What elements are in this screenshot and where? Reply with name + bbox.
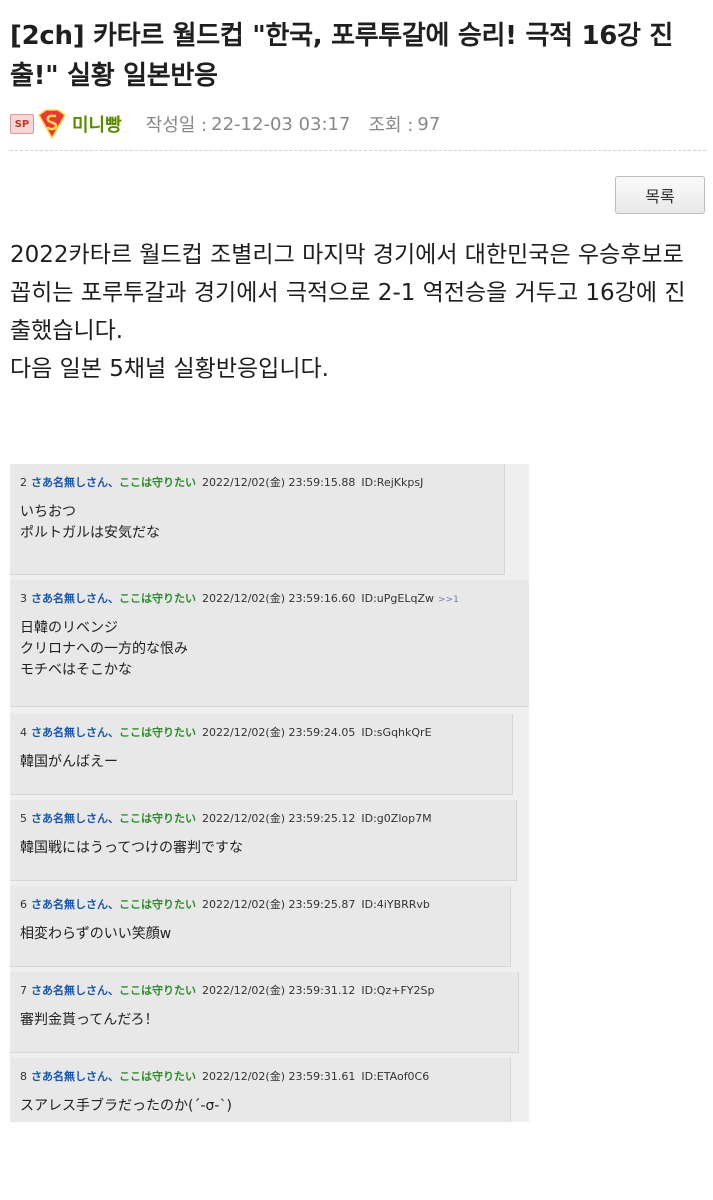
post-number: 6 — [20, 898, 27, 911]
post-header: 3 さあ名無しさん、ここは守りたい 2022/12/02(金) 23:59:16.6… — [20, 590, 459, 606]
superhero-emblem-icon — [38, 109, 66, 139]
poster-id: ID:RejKkpsJ — [361, 476, 424, 489]
thread-post: 6 さあ名無しさん、ここは守りたい 2022/12/02(金) 23:59:25.8… — [10, 886, 511, 967]
thread-screenshot: 2 さあ名無しさん、ここは守りたい 2022/12/02(金) 23:59:15.8… — [10, 464, 529, 1122]
author-name[interactable]: 미니빵 — [72, 111, 122, 137]
post-line: 審判金貰ってんだろ！ — [20, 1012, 159, 1028]
post-number: 2 — [20, 476, 27, 489]
post-header: 2 さあ名無しさん、ここは守りたい 2022/12/02(金) 23:59:15.8… — [20, 474, 423, 490]
post-timestamp: 2022/12/02(金) 23:59:25.12 — [202, 812, 356, 825]
post-header: 8 さあ名無しさん、ここは守りたい 2022/12/02(金) 23:59:31.6… — [20, 1068, 429, 1084]
post-line: ポルトガルは安気だな — [20, 525, 160, 541]
post-number: 8 — [20, 1070, 27, 1083]
poster-id: ID:sGqhkQrE — [361, 726, 432, 739]
post-body: 相変わらずのいい笑顔w — [20, 924, 171, 945]
post-number: 7 — [20, 984, 27, 997]
post-header: 4 さあ名無しさん、ここは守りたい 2022/12/02(金) 23:59:24.0… — [20, 724, 432, 740]
poster-id: ID:4iYBRRvb — [361, 898, 430, 911]
body-paragraph: 다음 일본 5채널 실황반응입니다. — [10, 356, 329, 382]
post-body: 審判金貰ってんだろ！ — [20, 1010, 158, 1031]
article-meta: SP 미니빵 작성일 : 22-12-03 03:17 조회 : 97 — [10, 108, 458, 140]
post-line: スアレス手ブラだったのか(´-σ-`) — [20, 1098, 232, 1114]
post-number: 5 — [20, 812, 27, 825]
thread-post: 8 さあ名無しさん、ここは守りたい 2022/12/02(金) 23:59:31.6… — [10, 1058, 511, 1122]
post-line: いちおつ — [20, 504, 76, 520]
poster-name: さあ名無しさん、ここは守りたい — [31, 898, 196, 911]
poster-name: さあ名無しさん、ここは守りたい — [31, 984, 196, 997]
post-body: 韓国がんばえー — [20, 752, 118, 773]
post-date: 22-12-03 03:17 — [211, 113, 351, 135]
poster-name: さあ名無しさん、ここは守りたい — [31, 592, 196, 605]
poster-id: ID:uPgELqZw — [361, 592, 434, 605]
poster-id: ID:ETAof0C6 — [361, 1070, 430, 1083]
post-body: 韓国戦にはうってつけの審判ですな — [20, 838, 243, 859]
thread-post: 7 さあ名無しさん、ここは守りたい 2022/12/02(金) 23:59:31.1… — [10, 972, 519, 1053]
article-body: 2022카타르 월드컵 조별리그 마지막 경기에서 대한민국은 우승후보로 꼽히… — [10, 236, 706, 388]
thread-post: 4 さあ名無しさん、ここは守りたい 2022/12/02(金) 23:59:24.0… — [10, 714, 513, 795]
reply-reference-link[interactable]: >>1 — [438, 595, 459, 605]
views-label: 조회 : — [368, 115, 414, 136]
post-header: 6 さあ名無しさん、ここは守りたい 2022/12/02(金) 23:59:25.8… — [20, 896, 430, 912]
thread-post: 2 さあ名無しさん、ここは守りたい 2022/12/02(金) 23:59:15.8… — [10, 464, 505, 575]
post-body: 日韓のリベンジ クリロナへの一方的な恨み モチベはそこかな — [20, 618, 188, 681]
post-line: 韓国がんばえー — [20, 754, 118, 770]
level-badge: SP — [10, 114, 34, 134]
post-body: スアレス手ブラだったのか(´-σ-`) — [20, 1096, 232, 1117]
post-number: 4 — [20, 726, 27, 739]
post-timestamp: 2022/12/02(金) 23:59:16.60 — [202, 592, 356, 605]
meta-divider — [10, 150, 706, 151]
post-header: 5 さあ名無しさん、ここは守りたい 2022/12/02(金) 23:59:25.1… — [20, 810, 432, 826]
poster-name: さあ名無しさん、ここは守りたい — [31, 726, 196, 739]
post-timestamp: 2022/12/02(金) 23:59:25.87 — [202, 898, 356, 911]
article-title: [2ch] 카타르 월드컵 "한국, 포루투갈에 승리! 극적 16강 진출!"… — [10, 21, 674, 91]
post-line: 日韓のリベンジ — [20, 620, 118, 636]
post-timestamp: 2022/12/02(金) 23:59:24.05 — [202, 726, 356, 739]
post-timestamp: 2022/12/02(金) 23:59:31.61 — [202, 1070, 356, 1083]
post-line: モチベはそこかな — [20, 662, 132, 678]
post-timestamp: 2022/12/02(金) 23:59:31.12 — [202, 984, 356, 997]
post-body: いちおつ ポルトガルは安気だな — [20, 502, 160, 544]
poster-id: ID:Qz+FY2Sp — [361, 984, 435, 997]
post-line: クリロナへの一方的な恨み — [20, 641, 188, 657]
thread-post: 3 さあ名無しさん、ここは守りたい 2022/12/02(金) 23:59:16.6… — [10, 580, 529, 707]
view-count: 97 — [417, 113, 441, 135]
post-timestamp: 2022/12/02(金) 23:59:15.88 — [202, 476, 356, 489]
post-line: 韓国戦にはうってつけの審判ですな — [20, 840, 244, 856]
body-paragraph: 2022카타르 월드컵 조별리그 마지막 경기에서 대한민국은 우승후보로 꼽히… — [10, 242, 686, 344]
poster-name: さあ名無しさん、ここは守りたい — [31, 1070, 196, 1083]
poster-name: さあ名無しさん、ここは守りたい — [31, 812, 196, 825]
date-label: 작성일 : — [145, 115, 208, 136]
list-button[interactable]: 목록 — [615, 176, 705, 214]
poster-id: ID:g0Zlop7M — [361, 812, 432, 825]
poster-name: さあ名無しさん、ここは守りたい — [31, 476, 196, 489]
post-header: 7 さあ名無しさん、ここは守りたい 2022/12/02(金) 23:59:31.1… — [20, 982, 434, 998]
thread-post: 5 さあ名無しさん、ここは守りたい 2022/12/02(金) 23:59:25.1… — [10, 800, 517, 881]
post-number: 3 — [20, 592, 27, 605]
post-line: 相変わらずのいい笑顔w — [20, 926, 172, 942]
